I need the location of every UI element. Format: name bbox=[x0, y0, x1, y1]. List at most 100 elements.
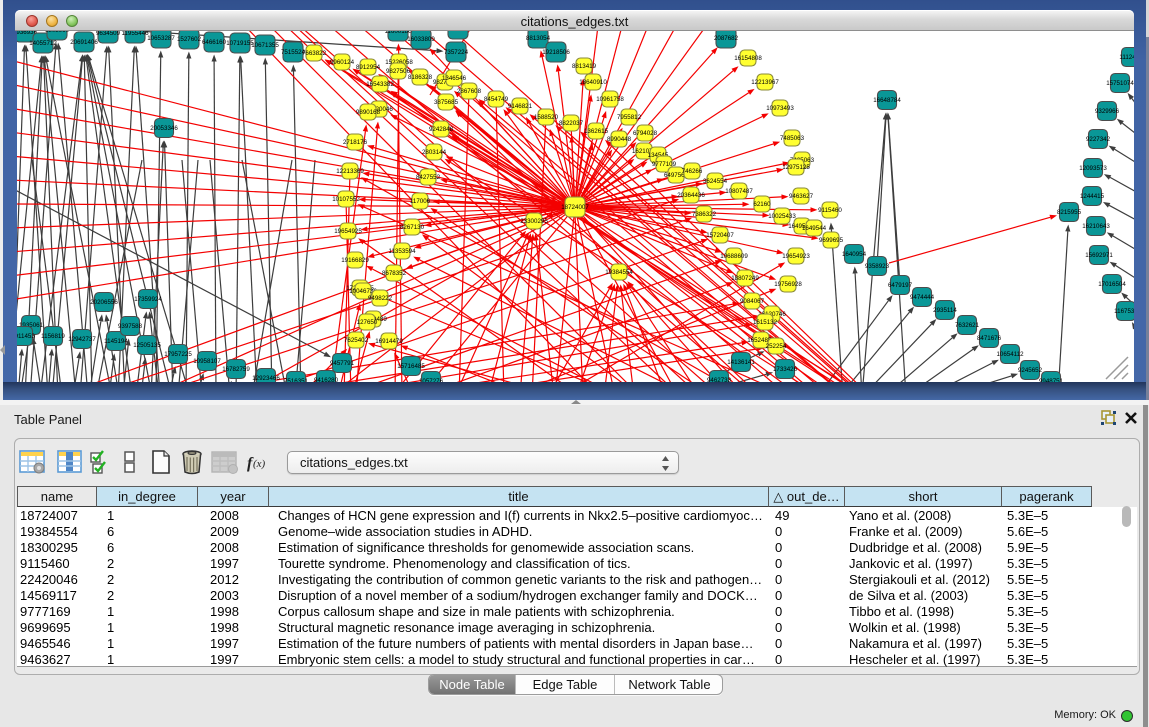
svg-text:127650: 127650 bbox=[357, 319, 378, 326]
svg-text:117006: 117006 bbox=[410, 198, 431, 205]
svg-text:10973493: 10973493 bbox=[766, 105, 794, 112]
svg-text:7663822: 7663822 bbox=[302, 50, 327, 57]
svg-text:15720407: 15720407 bbox=[706, 232, 734, 239]
svg-text:8267130: 8267130 bbox=[400, 224, 425, 231]
svg-text:15716485: 15716485 bbox=[397, 363, 425, 370]
svg-text:252254: 252254 bbox=[766, 343, 787, 350]
svg-text:9474444: 9474444 bbox=[910, 294, 935, 301]
svg-text:7357224: 7357224 bbox=[444, 49, 469, 56]
svg-text:1145194: 1145194 bbox=[104, 338, 128, 345]
svg-text:8813419: 8813419 bbox=[572, 63, 597, 70]
svg-text:10958107: 10958107 bbox=[193, 358, 221, 365]
svg-text:7955812: 7955812 bbox=[617, 114, 642, 121]
svg-text:10961758: 10961758 bbox=[596, 96, 624, 103]
svg-text:1346546: 1346546 bbox=[442, 75, 467, 82]
svg-text:14136141: 14136141 bbox=[727, 359, 755, 366]
svg-text:15751074: 15751074 bbox=[1106, 80, 1134, 87]
svg-text:9227342: 9227342 bbox=[1086, 136, 1111, 143]
svg-text:10719155: 10719155 bbox=[226, 40, 254, 47]
svg-text:2867608: 2867608 bbox=[457, 88, 482, 95]
svg-text:8186328: 8186328 bbox=[408, 74, 433, 81]
svg-text:9890168: 9890168 bbox=[356, 109, 381, 116]
svg-text:9634509: 9634509 bbox=[96, 31, 121, 37]
svg-text:10025433: 10025433 bbox=[768, 213, 796, 220]
svg-text:1112490: 1112490 bbox=[1119, 54, 1134, 61]
svg-text:20053346: 20053346 bbox=[150, 125, 178, 132]
svg-text:1640954: 1640954 bbox=[842, 251, 867, 258]
svg-text:2718176: 2718176 bbox=[343, 139, 368, 146]
svg-text:16154808: 16154808 bbox=[734, 55, 762, 62]
svg-text:8990448: 8990448 bbox=[607, 136, 632, 143]
svg-text:19756928: 19756928 bbox=[774, 281, 802, 288]
svg-text:15692971: 15692971 bbox=[1085, 252, 1113, 259]
svg-text:62160: 62160 bbox=[753, 201, 771, 208]
svg-text:20206556: 20206556 bbox=[90, 299, 118, 306]
svg-text:8215955: 8215955 bbox=[1057, 209, 1082, 216]
svg-text:20364436: 20364436 bbox=[677, 192, 705, 199]
svg-text:2803144: 2803144 bbox=[422, 149, 447, 156]
svg-text:6794028: 6794028 bbox=[633, 130, 658, 137]
svg-text:1362615: 1362615 bbox=[584, 128, 609, 135]
svg-text:16782759: 16782759 bbox=[222, 366, 250, 373]
svg-text:8678352: 8678352 bbox=[382, 270, 407, 277]
svg-text:9245652: 9245652 bbox=[1018, 367, 1043, 374]
svg-text:1527602: 1527602 bbox=[177, 36, 202, 43]
svg-text:7625402: 7625402 bbox=[344, 337, 369, 344]
svg-text:9498222: 9498222 bbox=[368, 295, 393, 302]
svg-text:8822037: 8822037 bbox=[559, 120, 584, 127]
svg-text:1156819: 1156819 bbox=[41, 333, 65, 340]
svg-text:1588520: 1588520 bbox=[534, 114, 559, 121]
svg-text:1733426: 1733426 bbox=[773, 366, 798, 373]
svg-text:1803960: 1803960 bbox=[45, 31, 70, 34]
svg-text:18807249: 18807249 bbox=[731, 275, 759, 282]
svg-text:11600186: 11600186 bbox=[384, 31, 412, 35]
svg-text:10653287: 10653287 bbox=[147, 35, 175, 42]
svg-text:12093573: 12093573 bbox=[1079, 165, 1107, 172]
svg-text:17957225: 17957225 bbox=[164, 351, 192, 358]
svg-text:18640910: 18640910 bbox=[579, 79, 607, 86]
svg-text:9699695: 9699695 bbox=[819, 237, 844, 244]
svg-text:9827506: 9827506 bbox=[386, 68, 411, 75]
svg-text:8813054: 8813054 bbox=[526, 35, 551, 42]
svg-text:3911453: 3911453 bbox=[17, 333, 35, 340]
svg-text:10807487: 10807487 bbox=[725, 188, 753, 195]
svg-text:8471676: 8471676 bbox=[977, 335, 1002, 342]
svg-text:9146821: 9146821 bbox=[508, 103, 533, 110]
svg-text:7485063: 7485063 bbox=[780, 135, 805, 142]
svg-text:11955446: 11955446 bbox=[121, 31, 149, 37]
svg-text:19654923: 19654923 bbox=[782, 253, 810, 260]
svg-text:7632621: 7632621 bbox=[955, 322, 980, 329]
svg-text:8454749: 8454749 bbox=[484, 96, 509, 103]
svg-text:1244415: 1244415 bbox=[1080, 193, 1105, 200]
svg-text:12975125: 12975125 bbox=[782, 164, 810, 171]
svg-text:9457791: 9457791 bbox=[330, 360, 355, 367]
svg-text:9084067: 9084067 bbox=[740, 298, 765, 305]
svg-text:10688609: 10688609 bbox=[720, 253, 748, 260]
svg-text:10107552: 10107552 bbox=[332, 196, 360, 203]
svg-text:10671355: 10671355 bbox=[251, 42, 279, 49]
svg-text:16543382: 16543382 bbox=[366, 81, 394, 88]
svg-text:3875685: 3875685 bbox=[434, 99, 459, 106]
svg-text:12505135: 12505135 bbox=[133, 342, 161, 349]
svg-text:16210643: 16210643 bbox=[1082, 223, 1110, 230]
svg-text:14055712: 14055712 bbox=[29, 40, 57, 47]
svg-text:2087682: 2087682 bbox=[714, 35, 739, 42]
svg-text:19218506: 19218506 bbox=[542, 49, 570, 56]
svg-text:1615132: 1615132 bbox=[753, 319, 778, 326]
svg-text:20691406: 20691406 bbox=[70, 39, 98, 46]
svg-text:16033809: 16033809 bbox=[407, 36, 435, 43]
svg-text:12213967: 12213967 bbox=[751, 79, 779, 86]
svg-text:19384554: 19384554 bbox=[605, 269, 633, 276]
svg-text:16914479: 16914479 bbox=[375, 338, 403, 345]
svg-text:10654112: 10654112 bbox=[996, 351, 1024, 358]
svg-text:19166829: 19166829 bbox=[341, 257, 369, 264]
svg-text:11353594: 11353594 bbox=[388, 248, 416, 255]
svg-text:6479197: 6479197 bbox=[888, 282, 913, 289]
svg-text:3624554: 3624554 bbox=[703, 178, 728, 185]
svg-text:12942737: 12942737 bbox=[68, 336, 96, 343]
svg-text:17016504: 17016504 bbox=[1098, 281, 1126, 288]
svg-text:9115460: 9115460 bbox=[818, 207, 842, 214]
svg-text:7515524: 7515524 bbox=[281, 49, 306, 56]
svg-text:16648784: 16648784 bbox=[873, 97, 901, 104]
svg-text:10637338: 10637338 bbox=[444, 31, 472, 33]
